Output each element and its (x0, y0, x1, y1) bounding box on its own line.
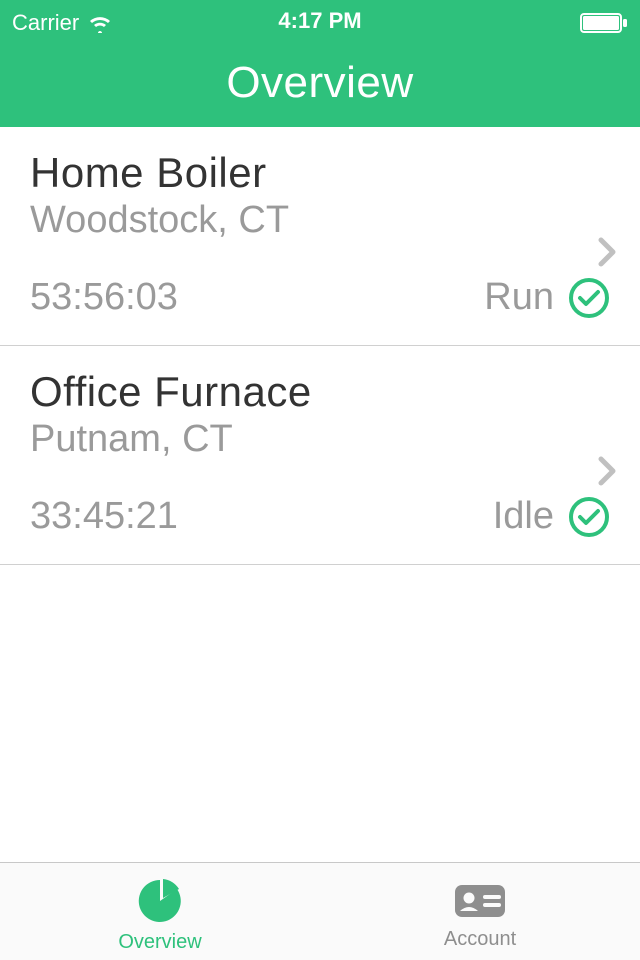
tab-bar: Overview Account (0, 862, 640, 960)
device-row[interactable]: Home Boiler Woodstock, CT 53:56:03 Run (0, 127, 640, 346)
pie-chart-icon (137, 878, 183, 929)
clock-label: 4:17 PM (278, 8, 361, 34)
device-state: Run (484, 276, 554, 319)
tab-account[interactable]: Account (320, 863, 640, 960)
tab-overview[interactable]: Overview (0, 863, 320, 960)
nav-header: Carrier 4:17 PM Overview (0, 0, 640, 127)
device-runtime: 53:56:03 (30, 276, 484, 319)
device-runtime: 33:45:21 (30, 495, 493, 538)
id-card-icon (453, 881, 507, 926)
tab-label: Account (444, 928, 516, 951)
device-row[interactable]: Office Furnace Putnam, CT 33:45:21 Idle (0, 346, 640, 565)
check-circle-icon (568, 496, 610, 538)
device-state: Idle (493, 495, 554, 538)
status-bar: Carrier 4:17 PM (0, 0, 640, 40)
page-title: Overview (0, 58, 640, 108)
chevron-right-icon (598, 237, 616, 272)
device-name: Office Furnace (30, 368, 610, 416)
device-list: Home Boiler Woodstock, CT 53:56:03 Run O… (0, 127, 640, 565)
wifi-icon (87, 13, 113, 33)
check-circle-icon (568, 277, 610, 319)
battery-icon (580, 13, 628, 33)
carrier-label: Carrier (12, 10, 79, 36)
device-location: Putnam, CT (30, 418, 610, 461)
device-name: Home Boiler (30, 149, 610, 197)
device-location: Woodstock, CT (30, 199, 610, 242)
chevron-right-icon (598, 456, 616, 491)
tab-label: Overview (118, 931, 201, 954)
